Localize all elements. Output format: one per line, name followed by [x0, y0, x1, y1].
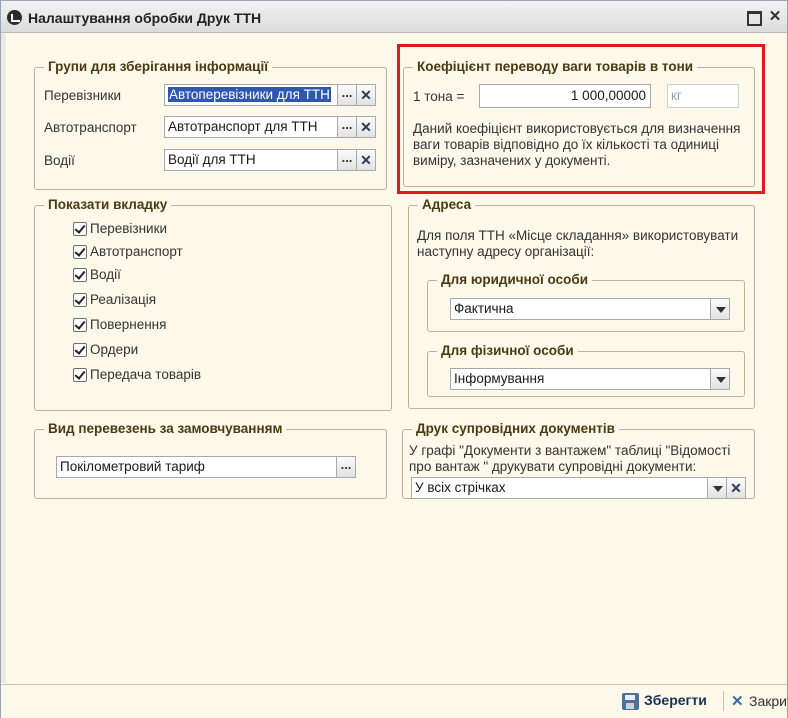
storage-groups-legend: Групи для зберігання інформації [44, 59, 272, 75]
physical-address-dropdown-icon[interactable] [710, 368, 730, 390]
maximize-icon[interactable] [745, 9, 762, 26]
physical-address-value: Інформування [454, 371, 545, 386]
checkbox-checked-icon [73, 318, 87, 332]
tab-carriers-label: Перевізники [90, 221, 168, 236]
drivers-label: Водії [44, 153, 75, 168]
footer-divider [723, 691, 724, 711]
transport-type-value: Покілометровий тариф [60, 459, 205, 474]
transport-type-panel: Вид перевезень за замовчуванням Покіломе… [34, 421, 387, 499]
window-title: Налаштування обробки Друк ТТН [28, 10, 262, 26]
carriers-value: Автоперевізники для ТТН [168, 87, 331, 102]
close-icon[interactable]: ✕ [767, 9, 783, 25]
show-tabs-panel: Показати вкладку [34, 197, 392, 411]
tab-returns-label: Повернення [90, 317, 167, 332]
show-tabs-legend: Показати вкладку [44, 197, 172, 213]
legal-address-value: Фактична [454, 301, 514, 316]
tab-sales-label: Реалізація [90, 292, 157, 307]
accompanying-docs-value: У всіх стрічках [415, 480, 506, 495]
accompanying-docs-clear-button[interactable]: ✕ [726, 477, 746, 499]
left-edge [1, 33, 6, 683]
vehicles-label: Автотранспорт [44, 120, 137, 135]
settings-window: Налаштування обробки Друк ТТН ✕ Групи дл… [0, 0, 788, 718]
checkbox-checked-icon [73, 268, 87, 282]
tab-orders-label: Ордери [90, 342, 139, 357]
tab-drivers-label: Водії [90, 267, 121, 282]
drivers-clear-button[interactable]: ✕ [356, 149, 376, 171]
save-label: Зберегти [644, 692, 707, 708]
transport-type-field[interactable]: Покілометровий тариф [56, 456, 338, 478]
transport-type-select-button[interactable]: ... [336, 456, 356, 478]
legal-entity-panel: Для юридичної особи Фактична [427, 272, 745, 332]
close-label: Закрити [749, 693, 788, 709]
vehicles-field[interactable]: Автотранспорт для ТТН [164, 116, 338, 138]
legal-address-dropdown-icon[interactable] [710, 298, 730, 320]
accompanying-docs-description: У графі "Документи з вантажем" таблиці "… [409, 443, 731, 474]
drivers-field[interactable]: Водії для ТТН [164, 149, 338, 171]
checkbox-checked-icon [73, 222, 87, 236]
address-panel: Адреса Для поля ТТН «Місце складання» ви… [408, 197, 755, 409]
tab-vehicles-label: Автотранспорт [90, 244, 183, 259]
storage-groups-panel: Групи для зберігання інформації Перевізн… [34, 59, 387, 190]
physical-person-panel: Для фізичної особи Інформування [427, 343, 745, 397]
legal-address-field[interactable]: Фактична [450, 298, 712, 320]
close-x-icon: ✕ [731, 693, 744, 710]
title-bar: Налаштування обробки Друк ТТН ✕ [1, 1, 787, 33]
checkbox-checked-icon [73, 245, 87, 259]
address-description: Для поля ТТН «Місце складання» використо… [417, 228, 739, 259]
vehicles-select-button[interactable]: ... [337, 116, 357, 138]
legal-entity-legend: Для юридичної особи [437, 272, 593, 288]
carriers-label: Перевізники [44, 88, 122, 103]
checkbox-checked-icon [73, 368, 87, 382]
carriers-field[interactable]: Автоперевізники для ТТН [164, 84, 338, 106]
footer-bar: Зберегти ✕ Закрити [1, 684, 788, 718]
transport-type-legend: Вид перевезень за замовчуванням [44, 421, 287, 437]
vehicles-clear-button[interactable]: ✕ [356, 116, 376, 138]
carriers-select-button[interactable]: ... [337, 84, 357, 106]
physical-person-legend: Для фізичної особи [437, 343, 578, 359]
address-legend: Адреса [418, 197, 476, 213]
accompanying-docs-dropdown-icon[interactable] [707, 477, 727, 499]
physical-address-field[interactable]: Інформування [450, 368, 712, 390]
accompanying-docs-legend: Друк супровідних документів [412, 421, 619, 437]
drivers-select-button[interactable]: ... [337, 149, 357, 171]
drivers-value: Водії для ТТН [168, 152, 256, 167]
accompanying-docs-field[interactable]: У всіх стрічках [411, 477, 709, 499]
vehicles-value: Автотранспорт для ТТН [168, 119, 318, 134]
checkbox-checked-icon [73, 343, 87, 357]
highlight-frame [397, 44, 765, 194]
app-icon [7, 10, 22, 25]
carriers-clear-button[interactable]: ✕ [356, 84, 376, 106]
tab-transfer-label: Передача товарів [90, 367, 202, 382]
accompanying-docs-panel: Друк супровідних документів У графі "Док… [402, 421, 755, 499]
save-icon [622, 693, 639, 710]
checkbox-checked-icon [73, 293, 87, 307]
